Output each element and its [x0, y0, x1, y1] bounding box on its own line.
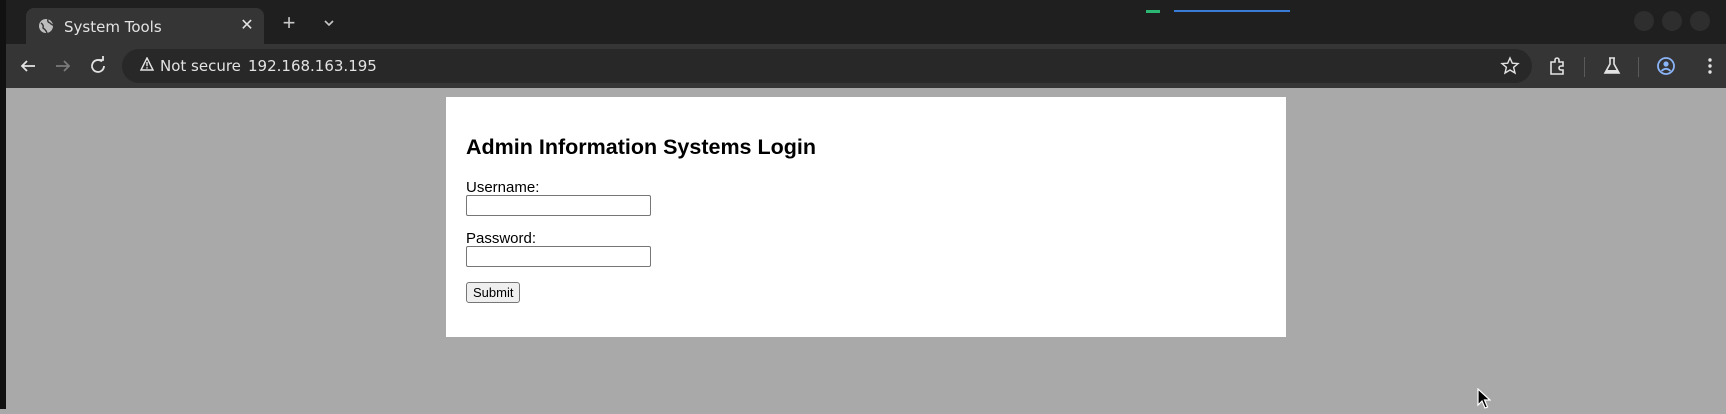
address-bar[interactable]: Not secure 192.168.163.195: [122, 49, 1532, 83]
profile-icon[interactable]: [1654, 54, 1678, 78]
password-input[interactable]: [466, 246, 651, 267]
reload-icon[interactable]: [86, 54, 110, 78]
back-arrow-icon[interactable]: [16, 54, 40, 78]
tab-strip: System Tools ✕ +: [6, 0, 1726, 44]
submit-button[interactable]: Submit: [466, 282, 521, 303]
chevron-down-icon[interactable]: [316, 10, 342, 36]
page-viewport: Admin Information Systems Login Username…: [6, 88, 1726, 409]
security-label: Not secure: [160, 57, 241, 75]
maximize-window-button[interactable]: [1662, 11, 1682, 31]
toolbar-separator: [1584, 57, 1585, 77]
security-indicator[interactable]: Not secure: [139, 56, 241, 75]
tab-title: System Tools: [64, 18, 162, 36]
tab-system-tools[interactable]: System Tools ✕: [26, 8, 264, 44]
star-icon[interactable]: [1500, 56, 1520, 76]
warning-icon: [139, 56, 155, 75]
extensions-icon[interactable]: [1546, 54, 1570, 78]
close-icon[interactable]: ✕: [236, 15, 258, 37]
kebab-menu-icon[interactable]: [1698, 54, 1722, 78]
page-title: Admin Information Systems Login: [466, 135, 816, 159]
forward-arrow-icon[interactable]: [51, 54, 75, 78]
mouse-cursor-icon: [1477, 387, 1492, 409]
plus-icon[interactable]: +: [276, 10, 302, 36]
window-accent: [1146, 0, 1316, 13]
username-label: Username:: [466, 179, 540, 196]
globe-icon: [38, 18, 54, 34]
username-input[interactable]: [466, 195, 651, 216]
url-text[interactable]: 192.168.163.195: [248, 57, 377, 75]
login-card: Admin Information Systems Login Username…: [446, 97, 1286, 337]
browser-window: System Tools ✕ + Not secure 192.168.163.…: [0, 0, 1726, 409]
toolbar-separator: [1638, 57, 1639, 77]
close-window-button[interactable]: [1690, 11, 1710, 31]
minimize-window-button[interactable]: [1634, 11, 1654, 31]
labs-flask-icon[interactable]: [1600, 54, 1624, 78]
browser-toolbar: Not secure 192.168.163.195: [6, 44, 1726, 88]
password-label: Password:: [466, 230, 537, 247]
